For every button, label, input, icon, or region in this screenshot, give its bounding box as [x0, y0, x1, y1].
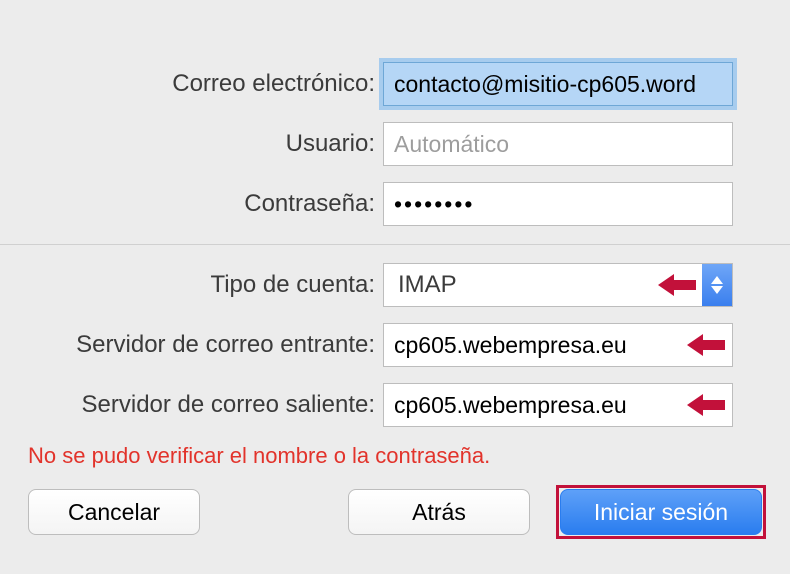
account-type-select[interactable]: IMAP	[383, 263, 733, 307]
signin-button[interactable]: Iniciar sesión	[560, 489, 762, 535]
mail-account-setup-sheet: { "labels": { "email": "Correo electróni…	[0, 0, 790, 574]
select-stepper-icon[interactable]	[702, 264, 732, 306]
password-label: Contraseña:	[0, 190, 383, 218]
user-input[interactable]	[383, 122, 733, 166]
email-input[interactable]	[383, 62, 733, 106]
incoming-server-label: Servidor de correo entrante:	[0, 331, 383, 359]
annotation-arrow-icon	[658, 272, 696, 298]
account-type-value: IMAP	[384, 271, 702, 299]
divider	[0, 244, 790, 245]
cancel-button[interactable]: Cancelar	[28, 489, 200, 535]
annotation-arrow-icon	[687, 392, 725, 418]
error-message: No se pudo verificar el nombre o la cont…	[28, 443, 790, 469]
incoming-server-input[interactable]	[383, 323, 733, 367]
annotation-arrow-icon	[687, 332, 725, 358]
account-type-label: Tipo de cuenta:	[0, 271, 383, 299]
outgoing-server-label: Servidor de correo saliente:	[0, 391, 383, 419]
signin-highlight-annotation: Iniciar sesión	[560, 489, 762, 535]
back-button[interactable]: Atrás	[348, 489, 530, 535]
password-input[interactable]	[383, 182, 733, 226]
outgoing-server-input[interactable]	[383, 383, 733, 427]
user-label: Usuario:	[0, 130, 383, 158]
email-label: Correo electrónico:	[0, 70, 383, 98]
